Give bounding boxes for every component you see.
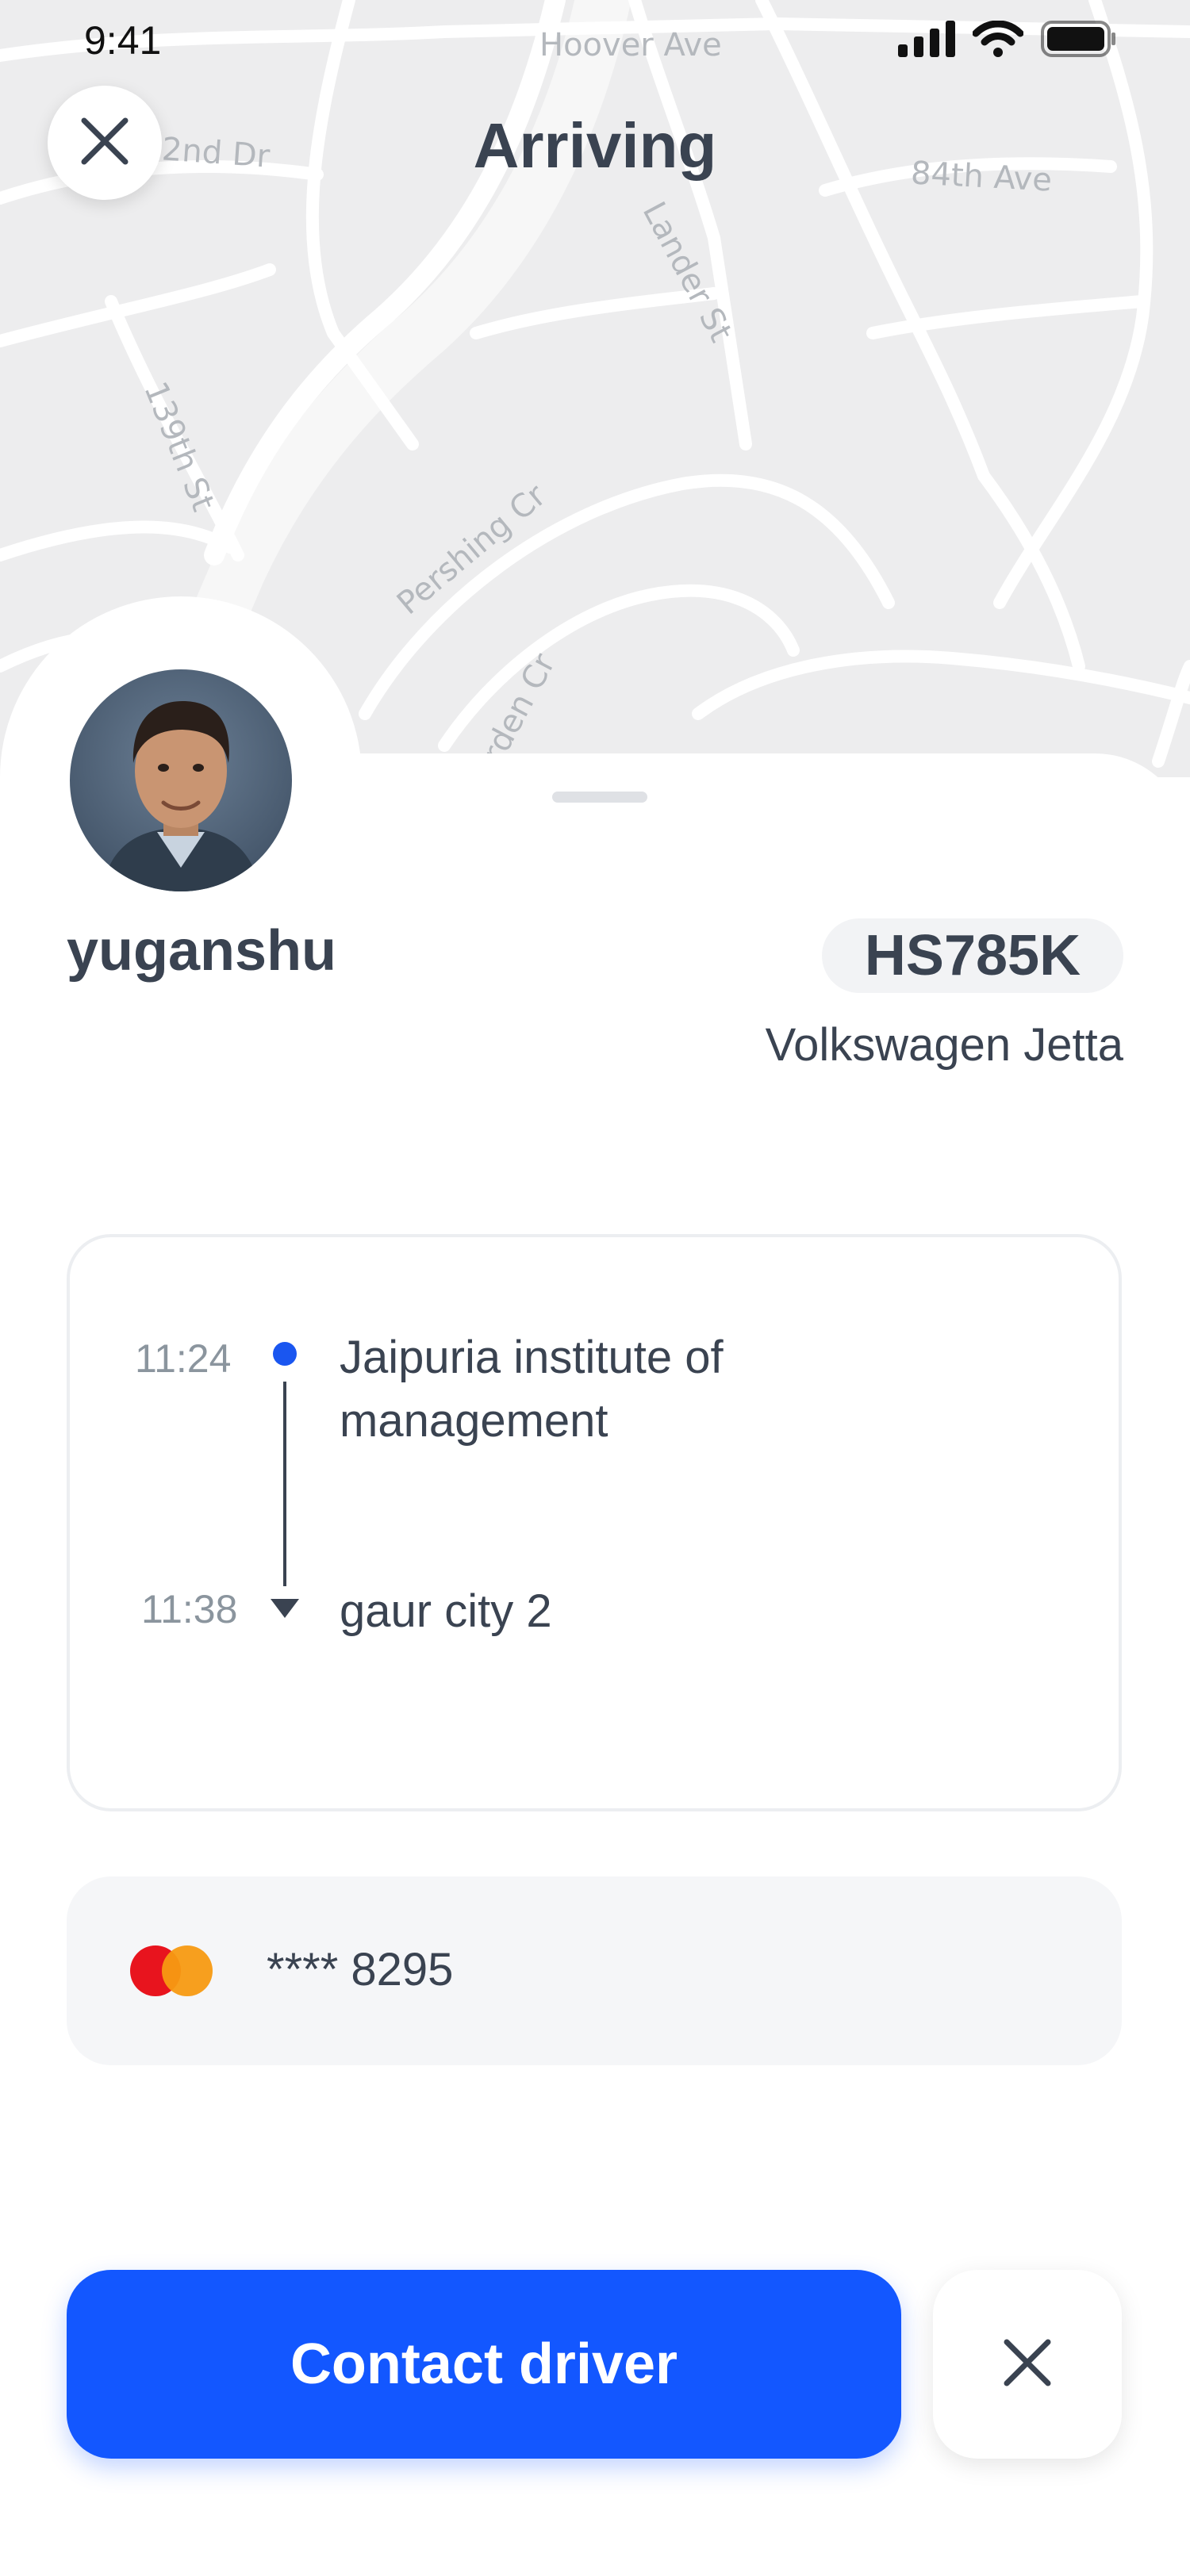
route-card: 11:24 Jaipuria institute of management 1… — [67, 1234, 1122, 1811]
cancel-ride-button[interactable] — [933, 2270, 1122, 2459]
status-icons — [898, 20, 1117, 61]
cellular-signal-icon — [898, 21, 955, 61]
status-time: 9:41 — [84, 18, 162, 63]
wifi-icon — [972, 20, 1024, 61]
license-plate: HS785K — [864, 924, 1081, 987]
pickup-location: Jaipuria institute of management — [340, 1332, 724, 1447]
card-number: **** 8295 — [267, 1944, 454, 1995]
mastercard-icon — [130, 1945, 213, 1996]
dropoff-location: gaur city 2 — [340, 1585, 552, 1637]
battery-icon — [1041, 21, 1117, 61]
dropoff-arrow-icon — [271, 1599, 299, 1618]
payment-method[interactable]: **** 8295 — [67, 1876, 1122, 2065]
driver-name: yuganshu — [67, 919, 337, 983]
sheet-drag-handle[interactable] — [552, 792, 647, 803]
license-plate-badge: HS785K — [822, 918, 1123, 993]
pickup-dot-icon — [273, 1342, 297, 1366]
dropoff-time: 11:38 — [141, 1587, 238, 1631]
page-title: Arriving — [473, 110, 717, 181]
car-model: Volkswagen Jetta — [765, 1019, 1123, 1071]
driver-avatar — [70, 669, 292, 891]
contact-driver-button[interactable]: Contact driver — [67, 2270, 901, 2459]
close-icon — [1002, 2337, 1053, 2392]
route-line — [283, 1382, 286, 1586]
pickup-time: 11:24 — [135, 1336, 232, 1381]
street-label: Hoover Ave — [539, 27, 722, 63]
